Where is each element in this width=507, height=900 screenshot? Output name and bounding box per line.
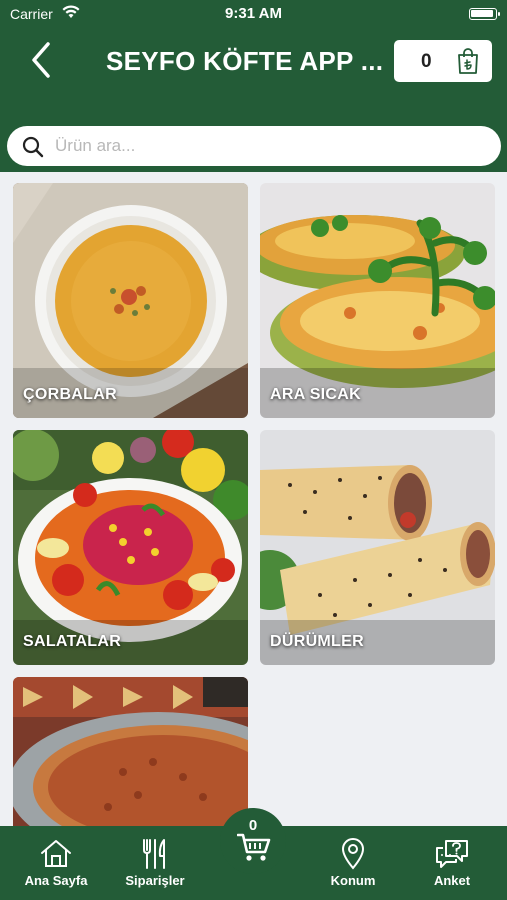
category-label: SALATALAR [23,633,122,650]
location-pin-icon [316,838,390,870]
cart-icon [236,832,271,867]
durum-image [260,430,495,665]
category-tile-corbalar[interactable]: ÇORBALAR [13,183,248,418]
category-label: DÜRÜMLER [270,633,364,650]
search-input[interactable] [55,132,475,160]
search-icon [21,135,45,164]
shopping-bag-icon [456,47,480,80]
tab-home[interactable]: Ana Sayfa [14,826,98,900]
category-label: ÇORBALAR [23,386,117,403]
tab-survey[interactable]: Anket [416,826,488,900]
tab-label: Anket [433,873,471,888]
category-tile-durumler[interactable]: DÜRÜMLER [260,430,495,665]
home-icon [14,838,98,870]
category-label: ARA SICAK [270,386,361,403]
clock: 9:31 AM [225,5,282,22]
search-bar[interactable] [7,126,501,166]
page-title: SEYFO KÖFTE APP ... [106,46,384,76]
cart-button[interactable]: 0 [394,40,492,82]
tab-orders[interactable]: Siparişler [112,826,198,900]
battery-icon [469,8,500,20]
fork-knife-icon [112,838,198,870]
tab-label: Ana Sayfa [24,873,88,888]
cart-fab-button[interactable]: 0 [220,808,286,874]
cart-count: 0 [421,51,432,72]
category-tile-5[interactable] [13,677,248,827]
ara-sicak-image [260,183,495,418]
soup-image [13,183,248,418]
tab-label: Siparişler [125,873,185,888]
tab-location[interactable]: Konum [316,826,390,900]
lahmacun-image [13,677,248,827]
category-tile-ara-sicak[interactable]: ARA SICAK [260,183,495,418]
tab-label: Konum [330,873,376,888]
back-button[interactable] [26,40,58,80]
question-chat-icon [416,838,488,870]
salad-image [13,430,248,665]
chevron-left-icon [32,42,50,78]
status-bar: Carrier 9:31 AM [0,0,507,28]
category-tile-salatalar[interactable]: SALATALAR [13,430,248,665]
